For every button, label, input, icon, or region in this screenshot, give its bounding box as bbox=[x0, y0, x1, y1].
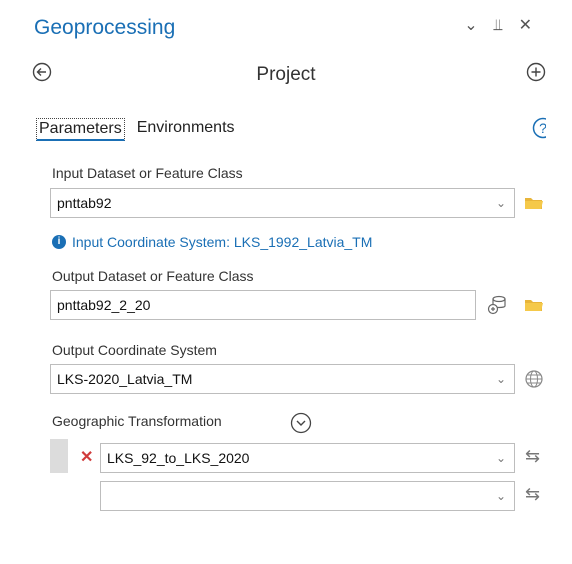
tab-parameters[interactable]: Parameters bbox=[36, 118, 125, 141]
transformation-dropdown-1[interactable]: LKS_92_to_LKS_2020 ⌄ bbox=[100, 443, 515, 473]
geoprocessing-pane: Geoprocessing ⌄ ⫫ ✕ Project Parameters E… bbox=[0, 0, 554, 564]
folder-icon[interactable] bbox=[524, 195, 544, 216]
chevron-down-icon: ⌄ bbox=[495, 372, 506, 386]
transformation-dropdown-2[interactable]: ⌄ bbox=[100, 481, 515, 511]
chevron-down-icon: ⌄ bbox=[495, 451, 506, 465]
pin-icon[interactable]: ⫫ bbox=[494, 18, 503, 34]
pane-title: Geoprocessing bbox=[34, 16, 176, 39]
chevron-down-icon: ⌄ bbox=[495, 196, 506, 210]
swap-icon[interactable]: ⇆ bbox=[525, 484, 540, 505]
remove-row-icon[interactable]: ✕ bbox=[80, 447, 93, 467]
pane-edge bbox=[546, 0, 572, 564]
globe-icon[interactable] bbox=[524, 369, 544, 394]
tab-environments[interactable]: Environments bbox=[135, 118, 237, 141]
tool-title: Project bbox=[256, 64, 316, 85]
input-dataset-label: Input Dataset or Feature Class bbox=[52, 165, 243, 181]
output-coordinate-label: Output Coordinate System bbox=[52, 342, 217, 358]
geographic-transformation-label: Geographic Transformation bbox=[52, 413, 222, 429]
input-coordinate-text: Input Coordinate System: LKS_1992_Latvia… bbox=[72, 234, 373, 250]
window-controls: ⌄ ⫫ ✕ bbox=[464, 18, 532, 34]
tab-bar: Parameters Environments bbox=[36, 118, 237, 141]
database-link-icon[interactable] bbox=[486, 294, 508, 321]
chevron-down-icon: ⌄ bbox=[495, 489, 506, 503]
output-coordinate-value: LKS-2020_Latvia_TM bbox=[57, 371, 193, 387]
output-dataset-value: pnttab92_2_20 bbox=[57, 297, 151, 313]
input-dataset-value: pnttab92 bbox=[57, 195, 112, 211]
close-icon[interactable]: ✕ bbox=[519, 18, 532, 34]
chevron-down-icon[interactable]: ⌄ bbox=[464, 18, 477, 34]
transformation-value-1: LKS_92_to_LKS_2020 bbox=[107, 450, 250, 466]
row-selector[interactable] bbox=[50, 439, 68, 473]
output-dataset-input[interactable]: pnttab92_2_20 bbox=[50, 290, 476, 320]
output-coordinate-dropdown[interactable]: LKS-2020_Latvia_TM ⌄ bbox=[50, 364, 515, 394]
input-coordinate-info: i Input Coordinate System: LKS_1992_Latv… bbox=[52, 234, 372, 250]
info-icon: i bbox=[52, 235, 66, 249]
plus-circle-icon[interactable] bbox=[526, 62, 546, 87]
chevron-circle-down-icon[interactable] bbox=[290, 412, 312, 439]
swap-icon[interactable]: ⇆ bbox=[525, 446, 540, 467]
input-dataset-dropdown[interactable]: pnttab92 ⌄ bbox=[50, 188, 515, 218]
folder-icon[interactable] bbox=[524, 297, 544, 318]
output-dataset-label: Output Dataset or Feature Class bbox=[52, 268, 254, 284]
